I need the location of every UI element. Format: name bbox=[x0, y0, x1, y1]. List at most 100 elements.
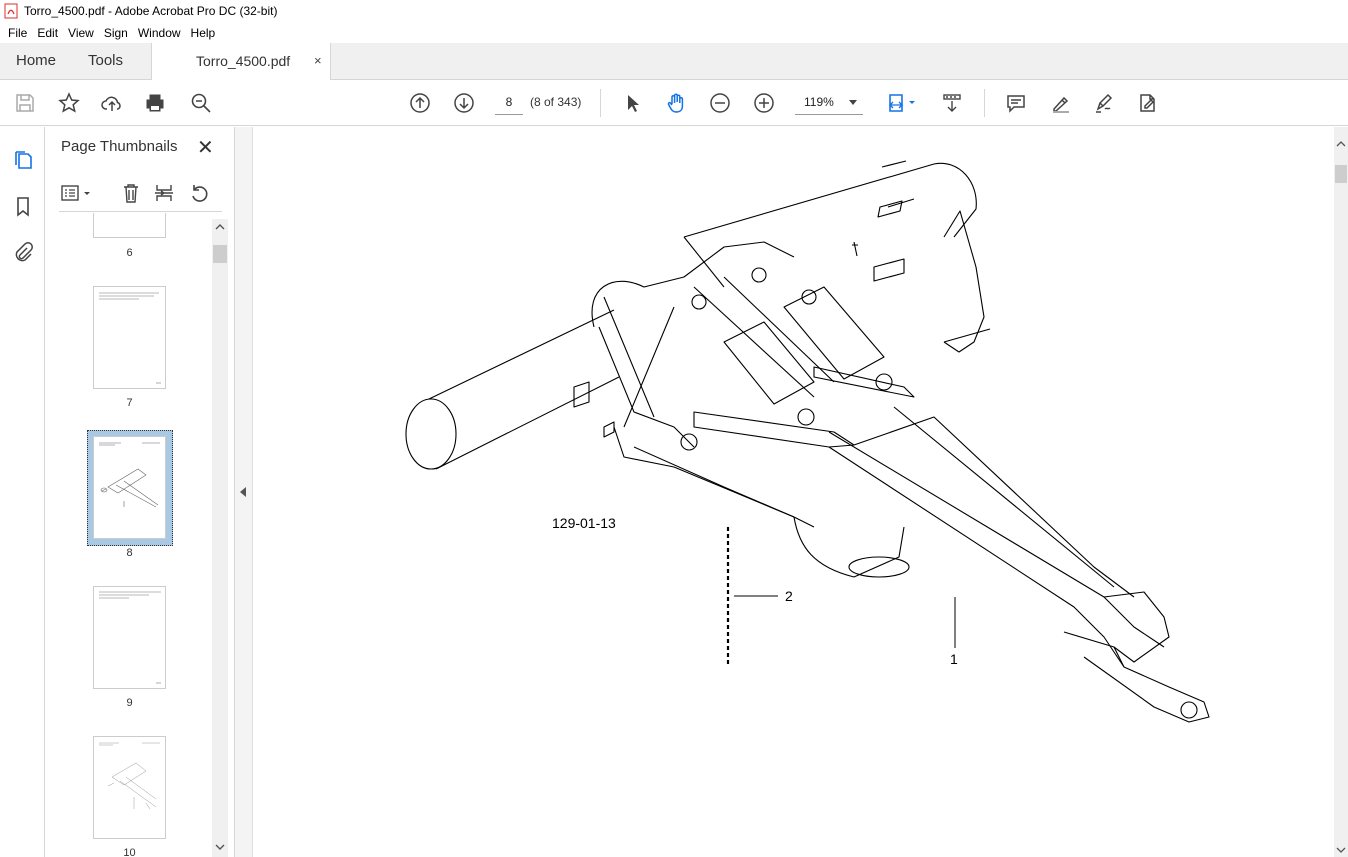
tab-tools[interactable]: Tools bbox=[88, 43, 123, 79]
zoom-level-dropdown[interactable]: 119% bbox=[795, 91, 863, 115]
thumbnail-text-preview bbox=[99, 292, 161, 384]
fill-sign-button[interactable] bbox=[1091, 90, 1117, 116]
insert-pages-button[interactable] bbox=[151, 180, 177, 206]
thumbnail-text-preview bbox=[99, 591, 161, 684]
menu-help[interactable]: Help bbox=[186, 26, 221, 40]
attachments-rail-button[interactable] bbox=[10, 239, 36, 265]
select-tool-button[interactable] bbox=[619, 90, 645, 116]
callout-2-label: 2 bbox=[785, 588, 793, 604]
save-button[interactable] bbox=[12, 90, 38, 116]
hand-tool-button[interactable] bbox=[663, 90, 689, 116]
edit-document-icon bbox=[1140, 94, 1155, 112]
scrollbar-thumb[interactable] bbox=[213, 245, 227, 263]
hand-icon bbox=[667, 93, 684, 113]
scroll-down-icon bbox=[1336, 847, 1346, 853]
insert-page-icon bbox=[155, 185, 173, 201]
thumbnail-label: 10 bbox=[123, 847, 136, 857]
chevron-left-icon bbox=[240, 487, 246, 497]
thumbnail-label: 6 bbox=[126, 247, 133, 259]
thumbnail-drawing-preview bbox=[99, 442, 160, 508]
toolbar-divider bbox=[600, 89, 601, 117]
scroll-up-icon bbox=[215, 224, 225, 230]
thumbnail-page-10[interactable] bbox=[93, 736, 166, 839]
search-zoom-icon bbox=[191, 93, 211, 113]
zoom-out-button[interactable] bbox=[707, 90, 733, 116]
paperclip-icon bbox=[15, 242, 33, 262]
thumbnail-scrollbar[interactable] bbox=[212, 219, 228, 857]
pdf-app-icon bbox=[4, 3, 18, 19]
page-count: (8 of 343) bbox=[530, 95, 582, 109]
trash-icon bbox=[124, 184, 138, 203]
main-toolbar: 8 (8 of 343) 119% bbox=[0, 80, 1348, 126]
scrolling-mode-button[interactable] bbox=[939, 90, 965, 116]
thumbnail-toolbar bbox=[59, 180, 222, 212]
bookmarks-rail-button[interactable] bbox=[10, 193, 36, 219]
thumbnail-page-6[interactable] bbox=[93, 213, 166, 238]
star-icon bbox=[58, 92, 80, 113]
minus-circle-icon bbox=[710, 93, 730, 113]
find-button[interactable] bbox=[188, 90, 214, 116]
thumbnail-list: 6 7 8 9 10 bbox=[45, 213, 213, 857]
arrow-up-circle-icon bbox=[410, 93, 430, 113]
menu-window[interactable]: Window bbox=[133, 26, 186, 40]
tab-bar: Home Tools Torro_4500.pdf × bbox=[0, 43, 1348, 80]
previous-page-button[interactable] bbox=[407, 90, 433, 116]
callout-1-label: 1 bbox=[950, 651, 958, 667]
list-options-icon bbox=[61, 185, 90, 201]
cloud-upload-icon bbox=[101, 96, 121, 111]
page-thumbnails-panel: Page Thumbnails ✕ 6 7 8 9 10 bbox=[45, 127, 235, 857]
menu-file[interactable]: File bbox=[3, 26, 32, 40]
scroll-up-icon bbox=[1336, 141, 1346, 147]
menu-sign[interactable]: Sign bbox=[99, 26, 133, 40]
arrow-down-circle-icon bbox=[454, 93, 474, 113]
tab-document[interactable]: Torro_4500.pdf × bbox=[151, 43, 331, 80]
menu-bar: File Edit View Sign Window Help bbox=[0, 22, 1348, 43]
rotate-pages-button[interactable] bbox=[186, 180, 212, 206]
menu-edit[interactable]: Edit bbox=[32, 26, 63, 40]
scroll-down-icon bbox=[215, 844, 225, 850]
panel-collapse-handle[interactable] bbox=[235, 127, 253, 857]
pen-sign-icon bbox=[1096, 93, 1113, 113]
page-number-input[interactable]: 8 bbox=[495, 91, 523, 115]
delete-pages-button[interactable] bbox=[118, 180, 144, 206]
page-display-button[interactable] bbox=[884, 90, 920, 116]
bookmark-icon bbox=[17, 197, 29, 217]
bookmark-star-button[interactable] bbox=[56, 90, 82, 116]
comment-icon bbox=[1007, 95, 1025, 113]
next-page-button[interactable] bbox=[451, 90, 477, 116]
upload-button[interactable] bbox=[99, 90, 125, 116]
print-button[interactable] bbox=[142, 90, 168, 116]
save-icon bbox=[16, 94, 34, 112]
document-tab-label: Torro_4500.pdf bbox=[196, 53, 291, 69]
printer-icon bbox=[146, 94, 164, 112]
zoom-level-value: 119% bbox=[804, 95, 834, 109]
scrollbar-thumb[interactable] bbox=[1335, 165, 1347, 183]
comment-button[interactable] bbox=[1003, 90, 1029, 116]
chevron-down-icon bbox=[849, 100, 857, 105]
window-title: Torro_4500.pdf - Adobe Acrobat Pro DC (3… bbox=[24, 4, 278, 18]
scroll-pages-icon bbox=[943, 94, 961, 112]
thumbnail-label: 8 bbox=[126, 547, 133, 559]
zoom-in-button[interactable] bbox=[751, 90, 777, 116]
highlight-button[interactable] bbox=[1048, 90, 1074, 116]
tab-home[interactable]: Home bbox=[16, 43, 56, 79]
edit-pdf-button[interactable] bbox=[1135, 90, 1161, 116]
title-bar: Torro_4500.pdf - Adobe Acrobat Pro DC (3… bbox=[0, 0, 1348, 22]
fit-page-icon bbox=[889, 94, 915, 112]
document-view[interactable]: 129-01-13 2 1 bbox=[254, 127, 1334, 857]
thumbnail-page-8[interactable] bbox=[93, 436, 166, 539]
close-tab-icon[interactable]: × bbox=[314, 43, 322, 79]
toolbar-divider bbox=[984, 89, 985, 117]
document-scrollbar[interactable] bbox=[1334, 127, 1348, 857]
thumbnail-label: 7 bbox=[126, 397, 133, 409]
figure-id-label: 129-01-13 bbox=[552, 515, 616, 531]
pages-icon bbox=[15, 151, 32, 169]
cursor-arrow-icon bbox=[628, 95, 639, 112]
page-thumbnails-rail-button[interactable] bbox=[10, 147, 36, 173]
thumbnail-options-button[interactable] bbox=[59, 180, 95, 206]
thumbnail-page-9[interactable] bbox=[93, 586, 166, 689]
technical-drawing bbox=[405, 160, 1210, 723]
thumbnail-page-7[interactable] bbox=[93, 286, 166, 389]
menu-view[interactable]: View bbox=[63, 26, 99, 40]
close-panel-icon[interactable]: ✕ bbox=[197, 135, 214, 160]
